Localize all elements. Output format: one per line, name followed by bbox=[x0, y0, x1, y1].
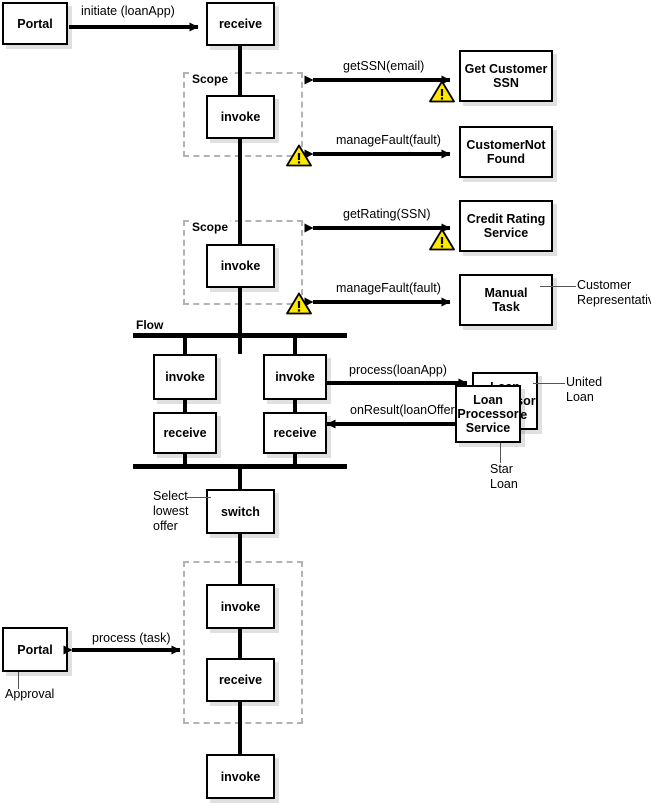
activity-flow-right-invoke[interactable]: invoke bbox=[263, 354, 327, 400]
bpel-process-diagram: Flow Scope Scope receive invoke invoke i… bbox=[0, 0, 651, 803]
warning-icon bbox=[286, 292, 312, 315]
activity-flow-left-invoke[interactable]: invoke bbox=[153, 354, 217, 400]
activity-invoke-scope1[interactable]: invoke bbox=[206, 95, 275, 139]
connector-layer bbox=[63, 22, 468, 655]
spine-invoke-to-receive-bottom bbox=[238, 628, 242, 659]
partner-manual-task[interactable]: Manual Task bbox=[459, 274, 553, 326]
warning-icon bbox=[429, 80, 455, 103]
scope-1-label: Scope bbox=[190, 72, 231, 86]
leader-select-lowest-offer bbox=[187, 497, 211, 498]
spine-receive-to-scope1 bbox=[238, 44, 242, 96]
message-manage-fault-1: manageFault(fault) bbox=[334, 133, 443, 147]
callout-customer-representative: Customer Representative bbox=[577, 278, 651, 307]
partner-portal-top[interactable]: Portal bbox=[2, 2, 68, 45]
warning-icon bbox=[286, 144, 312, 167]
message-process-task: process (task) bbox=[90, 631, 173, 645]
spine-scope2-to-flow bbox=[238, 288, 242, 336]
spine-scope1-to-scope2 bbox=[238, 138, 242, 246]
scope-2-label: Scope bbox=[190, 220, 231, 234]
partner-get-customer-ssn[interactable]: Get Customer SSN bbox=[459, 50, 553, 102]
activity-receive-scope3[interactable]: receive bbox=[206, 658, 275, 702]
callout-star-loan: Star Loan bbox=[490, 462, 518, 491]
activity-switch[interactable]: switch bbox=[206, 489, 275, 534]
partner-credit-rating-service[interactable]: Credit Rating Service bbox=[459, 200, 553, 252]
spine-receive-to-final-invoke bbox=[238, 701, 242, 755]
message-get-ssn: getSSN(email) bbox=[341, 59, 427, 73]
message-manage-fault-2: manageFault(fault) bbox=[334, 281, 443, 295]
leader-customer-representative bbox=[540, 286, 576, 287]
partner-loan-processor-star[interactable]: Loan Processor Service bbox=[455, 385, 521, 443]
spine-join-to-switch bbox=[238, 466, 242, 491]
warning-icon bbox=[429, 228, 455, 251]
activity-invoke-scope2[interactable]: invoke bbox=[206, 244, 275, 288]
activity-invoke-scope3[interactable]: invoke bbox=[206, 584, 275, 629]
flow-right-mid bbox=[293, 399, 297, 413]
spine-switch-to-scope3 bbox=[238, 534, 242, 586]
message-get-rating: getRating(SSN) bbox=[341, 207, 433, 221]
flow-left-mid bbox=[183, 399, 187, 413]
flow-label: Flow bbox=[136, 318, 164, 332]
activity-flow-right-receive[interactable]: receive bbox=[263, 412, 327, 454]
partner-portal-bottom[interactable]: Portal bbox=[2, 627, 68, 672]
leader-star-loan bbox=[500, 443, 501, 463]
flow-join-bar bbox=[133, 464, 347, 469]
callout-approval: Approval bbox=[5, 687, 55, 701]
activity-receive-top[interactable]: receive bbox=[206, 2, 275, 46]
partner-customer-not-found[interactable]: CustomerNot Found bbox=[459, 126, 553, 178]
message-process-loan-app: process(loanApp) bbox=[347, 363, 449, 377]
callout-select-lowest-offer: Select lowest offer bbox=[153, 489, 189, 533]
spine-flow-top-stub bbox=[238, 336, 242, 354]
callout-united-loan: United Loan bbox=[566, 375, 603, 404]
message-on-result: onResult(loanOffer) bbox=[348, 403, 461, 417]
activity-invoke-bottom[interactable]: invoke bbox=[206, 754, 275, 799]
activity-flow-left-receive[interactable]: receive bbox=[153, 412, 217, 454]
flow-split-bar bbox=[133, 333, 347, 338]
leader-united-loan bbox=[533, 383, 565, 384]
message-initiate: initiate (loanApp) bbox=[79, 4, 177, 18]
